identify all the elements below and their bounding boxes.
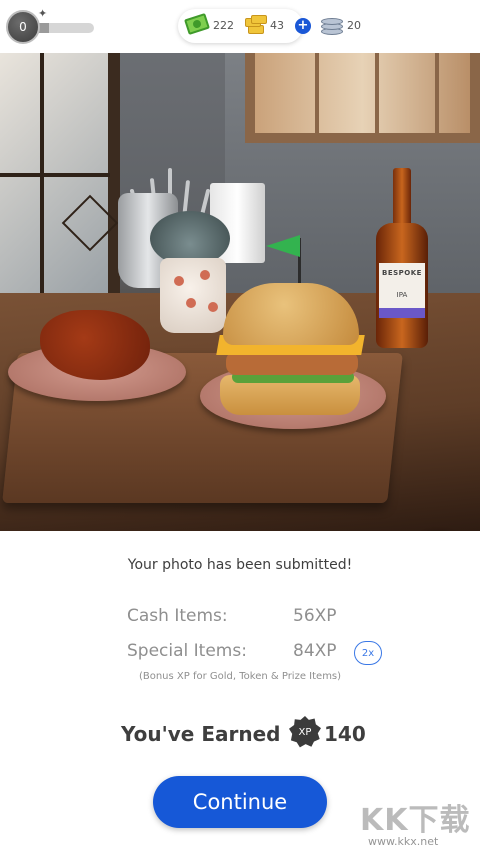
submitted-photo: BESPOKE IPA	[0, 53, 480, 531]
currency-pill: 222 43	[178, 9, 303, 43]
sparkle-icon: ✦	[38, 7, 48, 20]
cash-items-xp: 56XP	[293, 606, 337, 626]
bottle-type: IPA	[396, 291, 408, 299]
level-indicator[interactable]: 0 ✦	[6, 7, 96, 46]
gold-bars-icon	[245, 15, 267, 35]
cash-items-label: Cash Items:	[127, 606, 228, 626]
xp-icon: XP	[289, 716, 321, 748]
earned-value: 140	[324, 722, 366, 746]
beer-bottle: BESPOKE IPA	[376, 168, 428, 348]
top-hud: 0 ✦ 222 43 + 20	[0, 0, 480, 53]
bottle-brand: BESPOKE	[382, 269, 422, 277]
picture-frame	[245, 53, 480, 143]
watermark: KK下载 www.kkx.net	[360, 795, 478, 850]
cash-icon	[184, 12, 210, 36]
special-items-xp: 84XP	[293, 641, 337, 661]
earned-label: You've Earned	[121, 722, 281, 746]
continue-button[interactable]: Continue	[153, 776, 327, 828]
watermark-url: www.kkx.net	[368, 835, 439, 848]
special-items-label: Special Items:	[127, 641, 247, 661]
token-stack-icon	[321, 14, 343, 36]
gold-value: 43	[270, 19, 284, 32]
watermark-logo: KK下载	[360, 803, 471, 838]
submitted-message: Your photo has been submitted!	[127, 557, 353, 573]
token-value: 20	[347, 19, 361, 32]
cash-value: 222	[213, 19, 234, 32]
level-badge: 0	[6, 10, 40, 44]
multiplier-badge: 2x	[354, 641, 382, 665]
window	[0, 53, 120, 303]
flower-pot	[160, 258, 226, 333]
bonus-note: (Bonus XP for Gold, Token & Prize Items)	[138, 671, 342, 682]
add-currency-button[interactable]: +	[295, 18, 311, 34]
